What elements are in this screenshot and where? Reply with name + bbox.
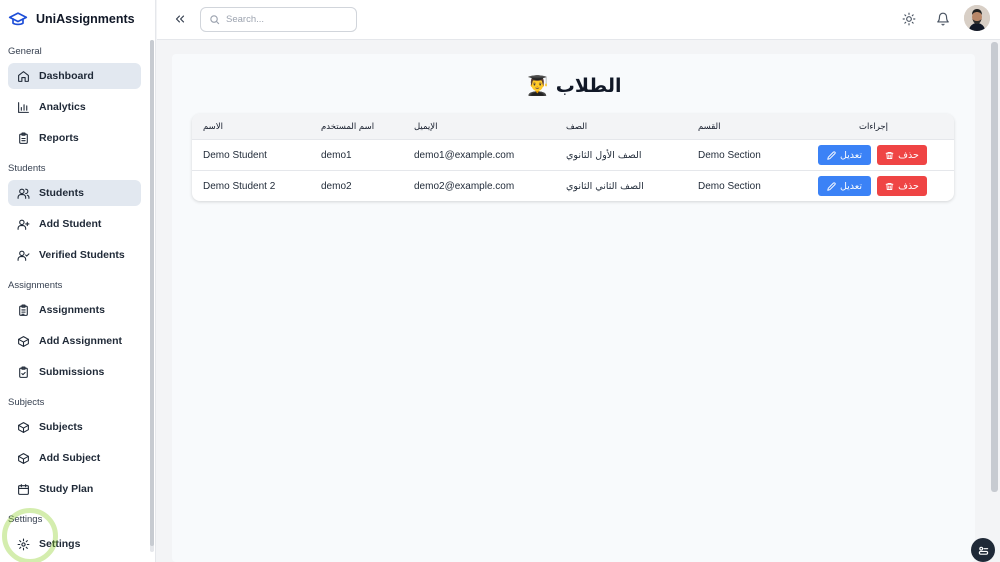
delete-button[interactable]: حذف (877, 176, 927, 196)
sidebar-item-study-plan[interactable]: Study Plan (8, 476, 141, 502)
home-icon (18, 70, 29, 82)
sidebar-item-students[interactable]: Students (8, 180, 141, 206)
delete-button-label: حذف (898, 180, 919, 192)
box-icon (18, 421, 29, 433)
section-title-subjects: Subjects (8, 397, 45, 408)
sidebar-item-label: Assignments (39, 304, 105, 316)
sidebar-item-label: Add Assignment (39, 335, 123, 347)
sidebar-item-verified-students[interactable]: Verified Students (8, 242, 141, 268)
brand-name: UniAssignments (36, 12, 135, 26)
sidebar-item-label: Analytics (39, 101, 86, 113)
pencil-icon (827, 150, 836, 160)
column-header-username: اسم المستخدم (321, 122, 375, 132)
cell-section: Demo Section (698, 181, 761, 192)
sidebar-item-label: Dashboard (39, 70, 94, 82)
search-box[interactable] (200, 7, 357, 32)
cell-email: demo1@example.com (414, 150, 515, 161)
sidebar-item-label: Students (39, 187, 84, 199)
cell-class: الصف الأول الثانوي (566, 150, 642, 161)
avatar-image (964, 5, 990, 31)
cell-username: demo2 (321, 181, 352, 192)
sidebar-item-add-assignment[interactable]: Add Assignment (8, 328, 141, 354)
trash-icon (885, 151, 894, 159)
edit-button-label: تعديل (839, 149, 863, 161)
cell-section: Demo Section (698, 150, 761, 161)
edit-button[interactable]: تعديل (818, 176, 871, 196)
sidebar-item-add-subject[interactable]: Add Subject (8, 445, 141, 471)
edit-button-label: تعديل (839, 180, 863, 192)
students-table: الاسم اسم المستخدم الإيميل الصف القسم إج… (192, 114, 954, 201)
sidebar-item-label: Add Subject (39, 452, 101, 464)
box-plus-icon (18, 452, 29, 464)
cell-email: demo2@example.com (414, 181, 515, 192)
sidebar-item-label: Submissions (39, 366, 105, 378)
sidebar-item-label: Reports (39, 132, 79, 144)
search-icon (210, 15, 220, 25)
page-title: الطلاب 👨‍🎓 (525, 75, 622, 97)
pencil-icon (827, 181, 836, 191)
sidebar-item-subjects[interactable]: Subjects (8, 414, 141, 440)
user-check-icon (17, 250, 30, 261)
watermark-logo (2, 508, 58, 562)
main-scrollbar-thumb[interactable] (991, 42, 998, 492)
cell-name: Demo Student 2 (203, 181, 276, 192)
clipboard-check-icon (19, 366, 28, 378)
column-header-class: الصف (566, 122, 588, 132)
section-title-assignments: Assignments (8, 280, 63, 291)
user-plus-icon (17, 219, 30, 230)
column-header-actions: إجراءات (859, 122, 889, 132)
sidebar-item-label: Subjects (39, 421, 83, 433)
sidebar-item-add-student[interactable]: Add Student (8, 211, 141, 237)
brand[interactable]: UniAssignments (8, 9, 135, 29)
sidebar-scrollbar[interactable] (150, 40, 154, 552)
table-row: Demo Student 2 demo2 demo2@example.com ا… (192, 170, 954, 201)
column-header-section: القسم (698, 122, 721, 132)
clipboard-icon (19, 132, 28, 144)
bell-icon[interactable] (936, 12, 950, 26)
calendar-icon (18, 483, 29, 495)
clipboard-list-icon (19, 304, 28, 316)
sidebar-item-assignments[interactable]: Assignments (8, 297, 141, 323)
sidebar-item-analytics[interactable]: Analytics (8, 94, 141, 120)
bar-chart-icon (18, 101, 29, 113)
user-avatar[interactable] (964, 5, 990, 31)
delete-button[interactable]: حذف (877, 145, 927, 165)
sidebar-item-submissions[interactable]: Submissions (8, 359, 141, 385)
cell-class: الصف الثاني الثانوي (566, 181, 644, 192)
search-input[interactable] (226, 14, 346, 25)
collapse-sidebar-icon[interactable] (173, 12, 187, 26)
floating-toggle-button[interactable] (971, 538, 995, 562)
delete-button-label: حذف (898, 149, 919, 161)
toggle-icon (978, 546, 988, 555)
edit-button[interactable]: تعديل (818, 145, 871, 165)
section-title-students: Students (8, 163, 46, 174)
section-title-general: General (8, 46, 42, 57)
sidebar-item-dashboard[interactable]: Dashboard (8, 63, 141, 89)
trash-icon (885, 182, 894, 190)
table-row: Demo Student demo1 demo1@example.com الص… (192, 139, 954, 170)
main-content: الطلاب 👨‍🎓 الاسم اسم المستخدم الإيميل ال… (172, 54, 975, 562)
sidebar-item-label: Verified Students (39, 249, 125, 261)
column-header-email: الإيميل (414, 122, 438, 132)
sidebar: UniAssignments General Dashboard Analyti… (0, 0, 156, 562)
box-plus-icon (18, 335, 29, 347)
sidebar-item-label: Study Plan (39, 483, 94, 495)
theme-toggle-sun-icon[interactable] (902, 12, 916, 26)
table-header: الاسم اسم المستخدم الإيميل الصف القسم إج… (192, 114, 954, 139)
top-header (157, 0, 1000, 40)
sidebar-item-label: Add Student (39, 218, 102, 230)
column-header-name: الاسم (203, 122, 223, 132)
cell-name: Demo Student (203, 150, 267, 161)
users-icon (17, 188, 30, 199)
sidebar-item-reports[interactable]: Reports (8, 125, 141, 151)
sidebar-scrollbar-thumb[interactable] (150, 40, 154, 546)
graduation-cap-icon (8, 12, 28, 26)
cell-username: demo1 (321, 150, 352, 161)
